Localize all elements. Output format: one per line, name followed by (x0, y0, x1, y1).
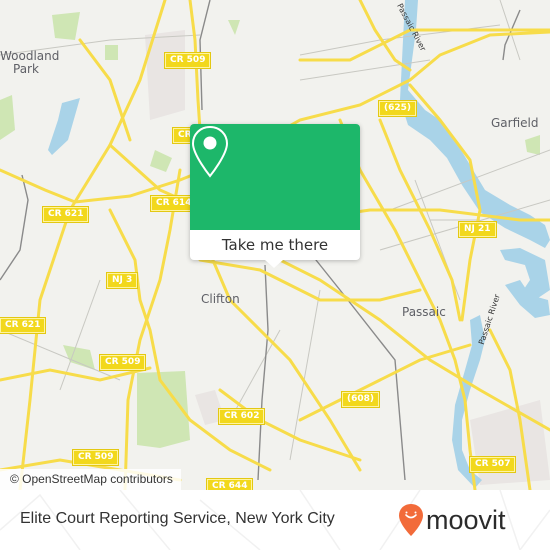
moovit-logo[interactable]: moovit (398, 502, 506, 538)
major-road (298, 343, 472, 422)
railway (0, 174, 29, 281)
location-popup[interactable]: Take me there (190, 124, 360, 268)
lake (48, 98, 80, 155)
route-shield-cr509: CR 509 (100, 355, 146, 370)
route-shield-cr509: CR 509 (73, 450, 119, 465)
place-label-clifton: Clifton (201, 292, 240, 306)
route-shield-625: (625) (379, 101, 417, 116)
route-shield-cr621: CR 621 (43, 207, 89, 222)
park-area (0, 95, 15, 140)
park-area (105, 45, 118, 60)
place-label-passaic: Passaic (402, 305, 446, 319)
route-shield-nj21: NJ 21 (459, 222, 496, 237)
route-shield-608: (608) (342, 392, 380, 407)
park-area (150, 150, 172, 172)
place-label-park: Park (13, 62, 39, 76)
moovit-wordmark: moovit (426, 505, 506, 535)
major-road (258, 248, 550, 432)
route-shield-cr621: CR 621 (0, 318, 46, 333)
footer-bar: Elite Court Reporting Service, New York … (0, 490, 550, 550)
route-shield-nj3: NJ 3 (107, 273, 138, 288)
route-shield-cr644: CR 644 (207, 479, 253, 490)
place-label-garfield: Garfield (491, 116, 539, 130)
route-shield-cr507: CR 507 (470, 457, 516, 472)
route-shield-cr509: CR 509 (165, 53, 211, 68)
take-me-there-button[interactable]: Take me there (190, 230, 360, 260)
place-name: Elite Court Reporting Service, New York … (20, 510, 335, 527)
route-shield-cr602: CR 602 (219, 409, 265, 424)
railway (311, 254, 406, 481)
minor-road (289, 289, 321, 461)
park-area (63, 345, 95, 370)
residential-area (470, 400, 550, 485)
park-area (52, 12, 80, 40)
popup-header[interactable] (190, 124, 360, 230)
map-canvas[interactable]: Woodland Park Garfield Clifton Passaic P… (0, 0, 550, 490)
passaic-river-meander (500, 248, 550, 300)
park-area (228, 20, 240, 35)
popup-pointer (265, 260, 283, 268)
moovit-pin-smile-icon (399, 504, 423, 536)
map-attribution[interactable]: © OpenStreetMap contributors (0, 469, 181, 490)
map-pin-icon (191, 125, 229, 178)
park-area (525, 135, 540, 155)
railway (257, 264, 269, 481)
